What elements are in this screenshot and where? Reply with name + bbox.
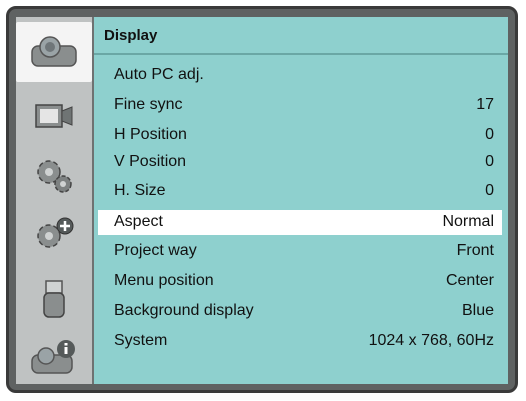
menu-item-label: Menu position bbox=[114, 272, 214, 289]
menu-item-aspect[interactable]: Aspect Normal bbox=[98, 210, 502, 235]
menu-item-value: 0 bbox=[485, 153, 494, 170]
gear-icon bbox=[31, 154, 77, 196]
menu-item-label: Auto PC adj. bbox=[114, 66, 204, 83]
menu-item-v-position[interactable]: V Position 0 bbox=[98, 150, 502, 175]
gear-plus-icon bbox=[31, 214, 77, 256]
menu-item-label: System bbox=[114, 332, 168, 349]
menu-item-background-display[interactable]: Background display Blue bbox=[98, 299, 502, 324]
sidebar-item-display[interactable] bbox=[16, 22, 92, 82]
menu-item-value: Normal bbox=[442, 213, 494, 230]
menu-item-label: H Position bbox=[114, 126, 187, 143]
sidebar-item-setting[interactable] bbox=[16, 145, 92, 205]
menu-item-value: 1024 x 768, 60Hz bbox=[368, 332, 494, 349]
menu-item-label: V Position bbox=[114, 153, 187, 170]
menu-item-label: Background display bbox=[114, 302, 254, 319]
menu-item-menu-position[interactable]: Menu position Center bbox=[98, 269, 502, 294]
menu-item-label: Aspect bbox=[114, 213, 163, 230]
menu-content-panel: Display Auto PC adj. Fine sync 17 H Posi… bbox=[94, 17, 508, 384]
menu-item-fine-sync[interactable]: Fine sync 17 bbox=[98, 93, 502, 118]
sidebar-item-input[interactable] bbox=[16, 87, 92, 147]
menu-item-h-position[interactable]: H Position 0 bbox=[98, 123, 502, 148]
sidebar-item-information[interactable] bbox=[16, 327, 92, 387]
sidebar-item-expanded[interactable] bbox=[16, 205, 92, 265]
menu-header: Display bbox=[94, 17, 508, 55]
menu-item-label: H. Size bbox=[114, 182, 166, 199]
menu-item-value: Center bbox=[445, 272, 494, 289]
sidebar-item-memory-viewer[interactable] bbox=[16, 269, 92, 329]
menu-item-system[interactable]: System 1024 x 768, 60Hz bbox=[98, 329, 502, 354]
menu-item-label: Project way bbox=[114, 242, 197, 259]
menu-item-project-way[interactable]: Project way Front bbox=[98, 239, 502, 264]
menu-item-value: Front bbox=[456, 242, 494, 259]
menu-item-value: 0 bbox=[485, 182, 494, 199]
menu-item-value: 17 bbox=[476, 96, 494, 113]
menu-item-h-size[interactable]: H. Size 0 bbox=[98, 179, 502, 204]
input-source-icon bbox=[32, 99, 76, 135]
menu-item-auto-pc-adj[interactable]: Auto PC adj. bbox=[98, 63, 502, 88]
menu-title: Display bbox=[104, 27, 158, 44]
camera-icon bbox=[28, 32, 80, 72]
camera-info-icon bbox=[28, 335, 80, 379]
usb-drive-icon bbox=[39, 277, 69, 321]
menu-item-label: Fine sync bbox=[114, 96, 183, 113]
menu-item-value: Blue bbox=[461, 302, 494, 319]
menu-item-value: 0 bbox=[485, 126, 494, 143]
menu-sidebar bbox=[16, 17, 94, 384]
